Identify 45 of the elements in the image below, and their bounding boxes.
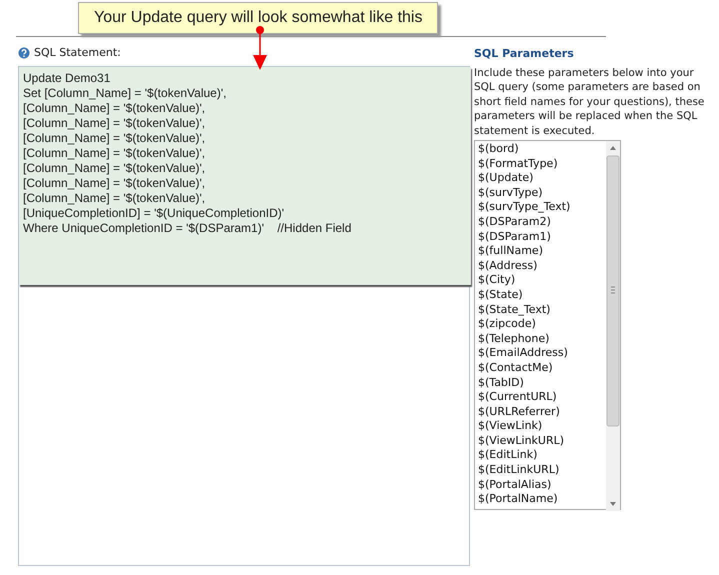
field-label: SQL Statement: [34, 45, 121, 61]
code-line: Set [Column_Name] = '$(tokenValue)', [23, 86, 228, 100]
code-line: [Column_Name] = '$(tokenValue)', [23, 160, 206, 176]
list-item[interactable]: $(TabID) [478, 376, 603, 390]
section-title: SQL Parameters [474, 46, 575, 62]
list-item[interactable]: $(State_Text) [478, 302, 603, 318]
code-line: [Column_Name] = '$(tokenValue)', [23, 116, 206, 130]
list-item[interactable]: $(EditLinkURL) [478, 463, 603, 478]
list-item[interactable]: $(PortalName) [478, 492, 603, 507]
description-text: Include these parameters below into your SQL query (some parameters are based on short field names for your questions), these parameters will be replaced when the SQL statement is executed. [474, 66, 706, 138]
list-item[interactable]: $(ViewLinkURL) [478, 434, 603, 448]
list-item[interactable]: $(City) [478, 273, 603, 288]
list-item[interactable]: $(DSParam2) [478, 214, 603, 230]
sql-text-area[interactable] [18, 66, 470, 566]
list-item[interactable]: $(zipcode) [478, 317, 603, 332]
list-item[interactable]: $(fullName) [478, 244, 603, 259]
code-line: [UniqueCompletionID] = '$(UniqueCompletionID)' [23, 206, 286, 220]
list-item[interactable]: $(EmailAddress) [478, 346, 603, 361]
list-item[interactable]: $(bord) [478, 142, 603, 157]
list-item[interactable]: $(EditLink) [478, 448, 603, 464]
list-item[interactable]: $(survType) [478, 186, 603, 200]
list-item[interactable]: $(ViewLink) [478, 419, 603, 434]
list-item[interactable]: $(State) [478, 288, 603, 303]
list-item[interactable]: $(survType_Text) [478, 200, 603, 215]
list-item[interactable]: $(DSParam1) [478, 230, 603, 244]
list-item[interactable]: $(FormatType) [478, 156, 603, 172]
parameters-listbox[interactable] [474, 140, 621, 510]
code-line: [Column_Name] = '$(tokenValue)', [23, 130, 206, 146]
list-item[interactable]: $(CurrentURL) [478, 390, 603, 405]
list-item[interactable]: $(Telephone) [478, 332, 603, 346]
list-item[interactable]: $(Address) [478, 258, 603, 274]
code-line: [Column_Name] = '$(tokenValue)', [23, 100, 206, 116]
help-icon[interactable] [18, 47, 30, 60]
list-item[interactable]: $(URLReferrer) [478, 404, 603, 420]
code-line: [Column_Name] = '$(tokenValue)', [23, 146, 206, 160]
list-item[interactable]: $(ContactMe) [478, 360, 603, 376]
callout-tooltip: Your Update query will look somewhat like this [78, 2, 438, 34]
list-item[interactable]: $(PortalAlias) [478, 478, 603, 492]
scrollbar[interactable] [606, 141, 620, 511]
code-line: [Column_Name] = '$(tokenValue)', [23, 190, 206, 206]
code-line: [Column_Name] = '$(tokenValue)', [23, 176, 206, 190]
list-item[interactable]: $(Update) [478, 171, 603, 186]
code-line: Update Demo31 [23, 70, 112, 86]
code-line: Where UniqueCompletionID = '$(DSParam1)' //Hidden Field [23, 220, 352, 236]
pointer-arrow [252, 25, 268, 71]
